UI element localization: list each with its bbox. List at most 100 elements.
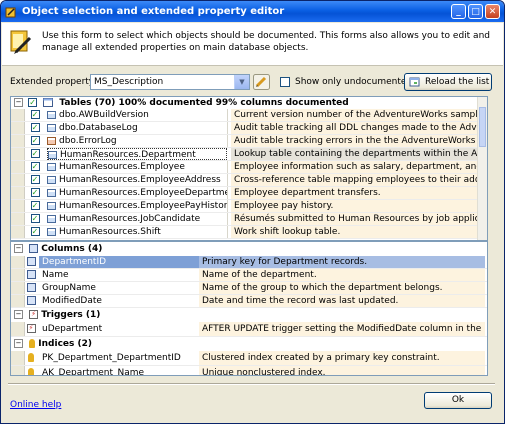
collapse-icon[interactable]: −	[14, 244, 23, 253]
object-description-cell[interactable]: Date and time the record was last update…	[199, 295, 485, 307]
triggers-group-header[interactable]: − ⚡ Triggers (1)	[11, 308, 487, 322]
table-name-cell[interactable]: HumanResources.EmployeeAddress	[47, 174, 228, 186]
table-row[interactable]: ✓ HumanResources.EmployeePayHistory Employ…	[11, 200, 487, 213]
table-name-cell[interactable]: HumanResources.EmployeeDepartmentHistory	[47, 187, 228, 199]
row-checkbox-cell[interactable]: ✓	[24, 200, 46, 212]
collapse-icon[interactable]: −	[14, 98, 23, 107]
row-checkbox[interactable]: ✓	[30, 149, 40, 158]
table-name-cell[interactable]: HumanResources.Employee	[47, 161, 228, 173]
detail-row[interactable]: DepartmentID Primary key for Department r…	[11, 256, 487, 269]
minimize-button[interactable]: _	[451, 4, 466, 19]
table-description-cell[interactable]: Current version number of the AdventureW…	[231, 109, 477, 121]
table-row[interactable]: ✓ HumanResources.Employee Employee informa…	[11, 161, 487, 174]
title-bar[interactable]: Object selection and extended property e…	[1, 1, 504, 22]
table-row[interactable]: ✓ dbo.ErrorLog Audit table tracking errors…	[11, 135, 487, 148]
collapse-icon[interactable]: −	[14, 339, 23, 348]
row-checkbox[interactable]: ✓	[30, 123, 40, 132]
reload-list-button[interactable]: Reload the list	[404, 73, 492, 91]
object-description-cell[interactable]: Name of the department.	[199, 269, 485, 281]
close-button[interactable]: ✕	[485, 4, 500, 19]
row-checkbox[interactable]: ✓	[30, 162, 40, 171]
tables-group-header[interactable]: − ✓ Tables (70) 100% documented 99% colu…	[11, 97, 487, 109]
table-row[interactable]: ✓ dbo.DatabaseLog Audit table tracking all…	[11, 122, 487, 135]
detail-row[interactable]: GroupName Name of the group to which the …	[11, 282, 487, 295]
row-header	[11, 256, 25, 268]
maximize-button[interactable]: □	[468, 4, 483, 19]
online-help-link[interactable]: Online help	[10, 400, 61, 410]
row-checkbox[interactable]: ✓	[30, 227, 40, 236]
table-row[interactable]: ✓ HumanResources.JobCandidate Résumés subm…	[11, 213, 487, 226]
detail-row[interactable]: ⚡ uDepartment AFTER UPDATE trigger setting…	[11, 322, 487, 337]
table-row[interactable]: ✓ HumanResources.Department Lookup table c…	[11, 148, 487, 161]
object-name-cell[interactable]: ModifiedDate	[39, 295, 203, 307]
table-row[interactable]: ✓ HumanResources.Shift Work shift lookup t…	[11, 226, 487, 239]
table-description-cell[interactable]: Cross-reference table mapping employees …	[231, 174, 477, 186]
table-name-cell[interactable]: dbo.DatabaseLog	[47, 122, 228, 134]
footer-divider	[8, 383, 495, 385]
detail-row[interactable]: PK_Department_DepartmentID Clustered inde…	[11, 351, 487, 366]
table-description-cell[interactable]: Audit table tracking errors in the the A…	[231, 135, 477, 147]
row-checkbox-cell[interactable]: ✓	[24, 174, 46, 186]
row-checkbox[interactable]: ✓	[30, 110, 40, 119]
show-undocumented-checkbox[interactable]	[280, 77, 290, 87]
detail-row[interactable]: AK_Department_Name Unique nonclustered in…	[11, 366, 487, 375]
row-checkbox[interactable]: ✓	[30, 188, 40, 197]
table-row[interactable]: ✓ HumanResources.EmployeeAddress Cross-ref…	[11, 174, 487, 187]
ok-button[interactable]: Ok	[424, 392, 492, 409]
table-name-cell[interactable]: dbo.ErrorLog	[47, 135, 228, 147]
object-description-cell[interactable]: Primary key for Department records.	[199, 256, 485, 268]
object-description-cell[interactable]: Clustered index created by a primary key…	[199, 351, 485, 365]
object-name-cell[interactable]: PK_Department_DepartmentID	[39, 351, 203, 365]
table-description-cell[interactable]: Audit table tracking all DDL changes mad…	[231, 122, 477, 134]
row-checkbox-cell[interactable]: ✓	[24, 161, 46, 173]
row-checkbox-cell[interactable]: ✓	[24, 148, 46, 160]
object-description-cell[interactable]: Unique nonclustered index.	[199, 366, 485, 375]
row-checkbox[interactable]: ✓	[30, 201, 40, 210]
row-checkbox[interactable]: ✓	[30, 175, 40, 184]
table-name-cell[interactable]: dbo.AWBuildVersion	[47, 109, 228, 121]
detail-row[interactable]: ModifiedDate Date and time the record was…	[11, 295, 487, 308]
row-icon-cell	[24, 282, 38, 294]
row-checkbox-cell[interactable]: ✓	[24, 109, 46, 121]
table-description-cell[interactable]: Employee department transfers.	[231, 187, 477, 199]
extended-property-select[interactable]: MS_Description ▼	[90, 74, 250, 90]
indices-group-header[interactable]: − Indices (2)	[11, 337, 487, 351]
table-name-cell[interactable]: HumanResources.JobCandidate	[47, 213, 228, 225]
detail-row[interactable]: Name Name of the department.	[11, 269, 487, 282]
collapse-icon[interactable]: −	[14, 310, 23, 319]
table-name-cell[interactable]: HumanResources.Department	[47, 148, 227, 160]
row-checkbox[interactable]: ✓	[30, 136, 40, 145]
tables-grid[interactable]: − ✓ Tables (70) 100% documented 99% colu…	[10, 96, 488, 241]
details-grid[interactable]: − Columns (4) DepartmentID Primary key fo…	[10, 241, 488, 376]
table-description-cell[interactable]: Résumés submitted to Human Resources by …	[231, 213, 477, 225]
table-description-cell[interactable]: Lookup table containing the departments …	[231, 148, 477, 160]
row-checkbox-cell[interactable]: ✓	[24, 226, 46, 238]
object-name-cell[interactable]: GroupName	[39, 282, 203, 294]
reload-icon	[409, 77, 420, 87]
tables-select-all-checkbox[interactable]: ✓	[28, 98, 38, 107]
column-icon	[26, 283, 36, 292]
object-name-cell[interactable]: uDepartment	[39, 322, 203, 336]
object-name-cell[interactable]: DepartmentID	[39, 256, 203, 268]
object-description-cell[interactable]: Name of the group to which the departmen…	[199, 282, 485, 294]
row-checkbox-cell[interactable]: ✓	[24, 122, 46, 134]
object-description-cell[interactable]: AFTER UPDATE trigger setting the Modifie…	[199, 322, 485, 336]
edit-property-button[interactable]	[253, 74, 270, 90]
row-checkbox-cell[interactable]: ✓	[24, 135, 46, 147]
table-description-cell[interactable]: Work shift lookup table.	[231, 226, 477, 238]
row-checkbox-cell[interactable]: ✓	[24, 213, 46, 225]
scrollbar-thumb[interactable]	[479, 107, 486, 147]
columns-group-header[interactable]: − Columns (4)	[11, 242, 487, 256]
object-name-cell[interactable]: AK_Department_Name	[39, 366, 203, 375]
row-checkbox[interactable]: ✓	[30, 214, 40, 223]
table-description-cell[interactable]: Employee information such as salary, dep…	[231, 161, 477, 173]
row-checkbox-cell[interactable]: ✓	[24, 187, 46, 199]
table-description-cell[interactable]: Employee pay history.	[231, 200, 477, 212]
chevron-down-icon[interactable]: ▼	[234, 75, 249, 89]
tables-scrollbar[interactable]	[477, 97, 487, 240]
object-name-cell[interactable]: Name	[39, 269, 203, 281]
table-row[interactable]: ✓ dbo.AWBuildVersion Current version numbe…	[11, 109, 487, 122]
table-name-cell[interactable]: HumanResources.EmployeePayHistory	[47, 200, 228, 212]
table-row[interactable]: ✓ HumanResources.EmployeeDepartmentHistor…	[11, 187, 487, 200]
table-name-cell[interactable]: HumanResources.Shift	[47, 226, 228, 238]
